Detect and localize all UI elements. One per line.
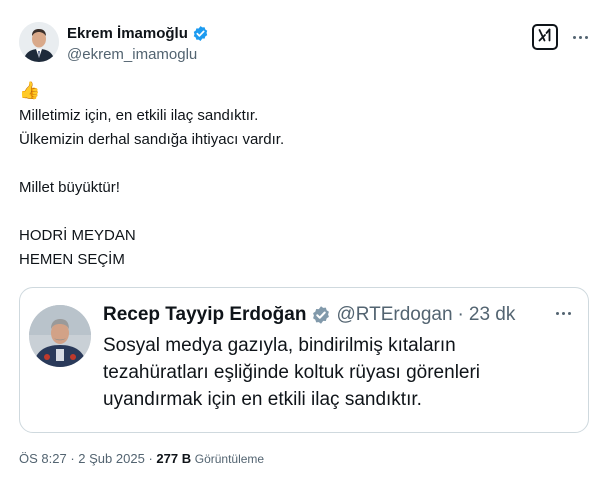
post-line-blank: [19, 152, 579, 176]
post-text: 👍 Milletimiz için, en etkili ilaç sandık…: [19, 80, 579, 272]
post-line: Millet büyüktür!: [19, 179, 120, 196]
post-emoji-line: 👍: [19, 80, 579, 104]
separator: ·: [148, 451, 153, 466]
views-label: Görüntüleme: [194, 452, 265, 466]
verified-badge-icon: [311, 305, 331, 325]
post-line: HODRİ MEYDAN: [19, 227, 136, 244]
post-line: Milletimiz için, en etkili ilaç sandıktı…: [19, 107, 259, 124]
quoted-line: tezahüratları eşliğinde koltuk rüyası gö…: [103, 362, 481, 383]
quoted-author-row[interactable]: Recep Tayyip Erdoğan @RTErdogan · 23 dk: [103, 304, 515, 326]
quoted-more-icon[interactable]: [556, 312, 571, 315]
quoted-line: Sosyal medya gazıyla, bindirilmiş kıtala…: [103, 335, 456, 356]
author-handle[interactable]: @ekrem_imamoglu: [67, 46, 197, 63]
separator: ·: [70, 451, 75, 466]
verified-badge-icon: [192, 25, 209, 42]
quoted-author-handle[interactable]: @RTErdogan: [336, 304, 452, 326]
quoted-author-name[interactable]: Recep Tayyip Erdoğan: [103, 304, 306, 326]
post-line: Ülkemizin derhal sandığa ihtiyacı vardır…: [19, 131, 285, 148]
more-icon: [572, 35, 588, 39]
separator: ·: [457, 304, 464, 325]
quoted-text: Sosyal medya gazıyla, bindirilmiş kıtala…: [103, 332, 573, 413]
grok-icon: [537, 27, 553, 48]
post-line: HEMEN SEÇİM: [19, 251, 125, 268]
quoted-line: uyandırmak için en etkili ilaç sandıktır…: [103, 389, 422, 410]
thumbs-up-emoji: 👍: [19, 81, 41, 100]
quoted-author-avatar[interactable]: [29, 305, 91, 367]
author-avatar[interactable]: [19, 22, 59, 62]
author-name[interactable]: Ekrem İmamoğlu: [67, 25, 188, 42]
quoted-tweet[interactable]: Recep Tayyip Erdoğan @RTErdogan · 23 dk …: [19, 287, 589, 433]
views-count[interactable]: 277 B: [156, 451, 191, 466]
author-name-row[interactable]: Ekrem İmamoğlu: [67, 25, 209, 42]
post-date[interactable]: 2 Şub 2025: [78, 451, 145, 466]
more-button[interactable]: [570, 30, 590, 44]
post-meta: ÖS 8:27 · 2 Şub 2025 · 277 B Görüntüleme: [19, 451, 264, 466]
post-time[interactable]: ÖS 8:27: [19, 451, 67, 466]
post-line-blank: [19, 200, 579, 224]
quoted-timestamp[interactable]: 23 dk: [469, 304, 515, 326]
tweet: Ekrem İmamoğlu @ekrem_imamoglu 👍 Milleti…: [0, 0, 600, 482]
grok-button[interactable]: [532, 24, 558, 50]
